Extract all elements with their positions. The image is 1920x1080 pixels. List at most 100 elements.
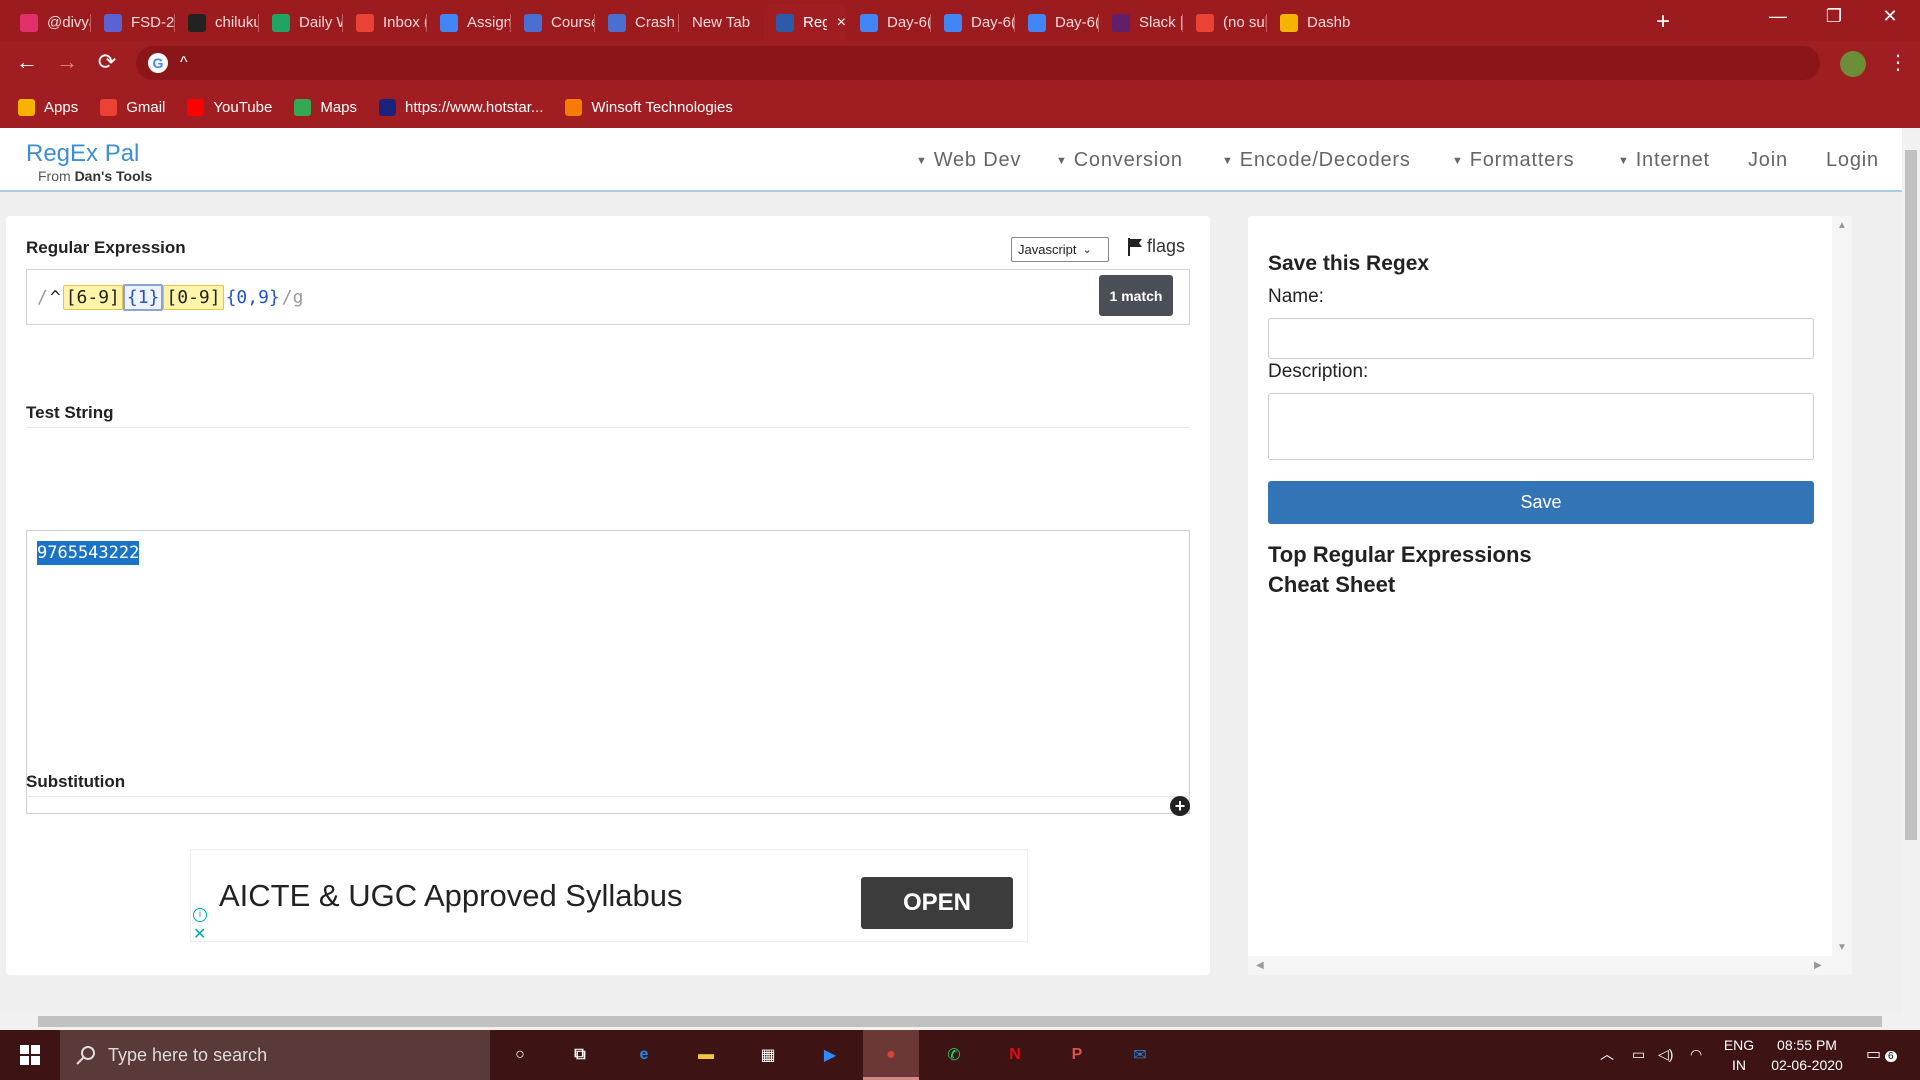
minimize-button[interactable]: — [1748, 6, 1808, 27]
close-tab-icon[interactable]: × [837, 14, 846, 32]
forward-button[interactable]: → [52, 49, 82, 75]
store-icon[interactable]: ▦ [752, 1040, 784, 1070]
volume-icon[interactable]: ◁) [1658, 1044, 1673, 1064]
nav-item-encode-decoders[interactable]: ▼ Encode/Decoders [1222, 149, 1411, 172]
bookmark-item[interactable]: Maps [294, 98, 357, 116]
save-button[interactable]: Save [1268, 481, 1814, 524]
description-field[interactable] [1268, 393, 1814, 460]
browser-tab[interactable]: chilukur [176, 4, 258, 41]
scroll-left-icon[interactable]: ◀ [1256, 960, 1264, 971]
browser-tab[interactable]: @divya [8, 4, 90, 41]
top-regex-link[interactable]: Top Regular Expressions [1268, 542, 1532, 568]
back-button[interactable]: ← [12, 49, 42, 75]
scroll-right-icon[interactable]: ▶ [1814, 960, 1822, 971]
browser-tab[interactable]: Dashbo [1268, 4, 1350, 41]
browser-tab[interactable]: New Tab [680, 4, 762, 41]
scroll-up-icon[interactable]: ▲ [1837, 220, 1847, 231]
chevron-up-icon[interactable]: ︿ [1600, 1044, 1614, 1064]
windows-taskbar: Type here to search ○ ⧉ e ▬ ▦ ▶ ● ✆ N P ✉ ︿ ▭ ◁) ◠… [0, 1030, 1920, 1080]
notifications-icon[interactable]: ▭ 6 [1866, 1044, 1897, 1067]
nav-item-formatters[interactable]: ▼ Formatters [1452, 149, 1574, 172]
search-icon [76, 1046, 95, 1065]
cheat-sheet-link[interactable]: Cheat Sheet [1268, 572, 1395, 598]
bookmark-item[interactable]: Gmail [100, 98, 165, 116]
caret-down-icon: ▼ [1222, 154, 1234, 167]
scrollbar-thumb[interactable] [38, 1016, 1882, 1027]
name-field[interactable] [1268, 318, 1814, 359]
edge-icon[interactable]: e [628, 1040, 660, 1070]
ad-text: AICTE & UGC Approved Syllabus [219, 878, 683, 913]
panel-vertical-scrollbar[interactable]: ▲ ▼ [1832, 216, 1852, 975]
clock-time: 08:55 PM [1777, 1037, 1837, 1053]
zoom-icon[interactable]: ▶ [814, 1040, 846, 1070]
clock[interactable]: 08:55 PM 02-06-2020 [1768, 1035, 1846, 1075]
flags-button[interactable]: flags [1128, 236, 1185, 257]
taskbar-search[interactable]: Type here to search [60, 1030, 490, 1080]
new-tab-button[interactable]: + [1656, 8, 1670, 36]
scrollbar-thumb[interactable] [1905, 150, 1917, 840]
browser-tab[interactable]: Day-6(0 [932, 4, 1014, 41]
mail-icon[interactable]: ✉ [1124, 1040, 1156, 1070]
reload-button[interactable]: ⟳ [92, 49, 122, 75]
browser-tab[interactable]: Daily W [260, 4, 342, 41]
bookmark-item[interactable]: YouTube [187, 98, 272, 116]
browser-toolbar: ← → ⟳ G ^ ⋮ [0, 41, 1920, 86]
caret-down-icon: ▼ [1452, 154, 1464, 167]
task-view-icon[interactable]: ⧉ [564, 1040, 596, 1070]
divider [26, 427, 1190, 428]
wifi-icon[interactable]: ◠ [1690, 1044, 1702, 1064]
address-text: ^ [180, 54, 188, 71]
language-indicator[interactable]: ENG IN [1722, 1035, 1756, 1075]
chrome-icon[interactable]: ● [875, 1040, 907, 1070]
nav-item-internet[interactable]: ▼ Internet [1618, 149, 1710, 172]
whatsapp-icon[interactable]: ✆ [938, 1040, 970, 1070]
start-button[interactable] [0, 1030, 60, 1080]
nav-item-conversion[interactable]: ▼ Conversion [1056, 149, 1183, 172]
logo-sub-brand[interactable]: Dan's Tools [75, 168, 153, 184]
nav-item-join[interactable]: Join [1748, 149, 1788, 172]
browser-tab[interactable]: (no sub [1184, 4, 1266, 41]
p-app-icon[interactable]: P [1061, 1040, 1093, 1070]
advertisement[interactable]: AICTE & UGC Approved Syllabus OPEN i ✕ [190, 849, 1028, 944]
browser-tab[interactable]: FSD-22 [92, 4, 174, 41]
flavor-select[interactable]: Javascript ⌄ [1011, 237, 1109, 262]
browser-tab[interactable]: Day-6(0 [1016, 4, 1098, 41]
bookmark-item[interactable]: Winsoft Technologies [565, 98, 733, 116]
ad-open-button[interactable]: OPEN [861, 877, 1013, 929]
browser-tab[interactable]: Reg × [764, 4, 846, 41]
browser-tab[interactable]: Inbox (4 [344, 4, 426, 41]
page-horizontal-scrollbar[interactable] [0, 1013, 1920, 1030]
close-window-button[interactable]: ✕ [1860, 6, 1920, 27]
browser-tab[interactable]: Assignm [428, 4, 510, 41]
browser-menu-button[interactable]: ⋮ [1888, 50, 1908, 75]
file-explorer-icon[interactable]: ▬ [690, 1040, 722, 1070]
bookmark-item[interactable]: Apps [18, 98, 79, 116]
site-logo[interactable]: RegEx Pal [26, 140, 139, 168]
browser-tab[interactable]: Courser [512, 4, 594, 41]
chevron-down-icon: ⌄ [1082, 244, 1092, 256]
tab-separator [1182, 14, 1183, 32]
nav-item-web-dev[interactable]: ▼ Web Dev [916, 149, 1021, 172]
nav-item-login[interactable]: Login [1826, 149, 1879, 172]
scroll-down-icon[interactable]: ▼ [1837, 942, 1847, 953]
panel-horizontal-scrollbar[interactable]: ◀ ▶ [1248, 956, 1832, 975]
caret-down-icon: ▼ [1056, 154, 1068, 167]
netflix-icon[interactable]: N [999, 1040, 1031, 1070]
bookmark-item[interactable]: https://www.hotstar... [379, 98, 543, 116]
regex-input[interactable]: / ^ [6-9] {1} [0-9] {0,9} /g [26, 269, 1190, 325]
page-vertical-scrollbar[interactable] [1902, 128, 1920, 1013]
restore-button[interactable]: ❐ [1804, 6, 1864, 27]
browser-tab[interactable]: Slack | t [1100, 4, 1182, 41]
bookmark-label: Apps [44, 98, 79, 116]
test-string-input[interactable]: 9765543222 [26, 530, 1190, 814]
battery-icon[interactable]: ▭ [1632, 1044, 1645, 1064]
close-icon[interactable]: ✕ [193, 924, 206, 944]
browser-tab[interactable]: Crash C [596, 4, 678, 41]
browser-tab[interactable]: Day-6(0 [848, 4, 930, 41]
cortana-icon[interactable]: ○ [504, 1040, 536, 1070]
info-icon[interactable]: i [193, 908, 207, 922]
add-substitution-button[interactable]: + [1170, 796, 1190, 816]
profile-avatar[interactable] [1840, 51, 1866, 77]
regex-section-title: Regular Expression [26, 238, 186, 257]
address-bar[interactable]: G ^ [136, 46, 1820, 80]
